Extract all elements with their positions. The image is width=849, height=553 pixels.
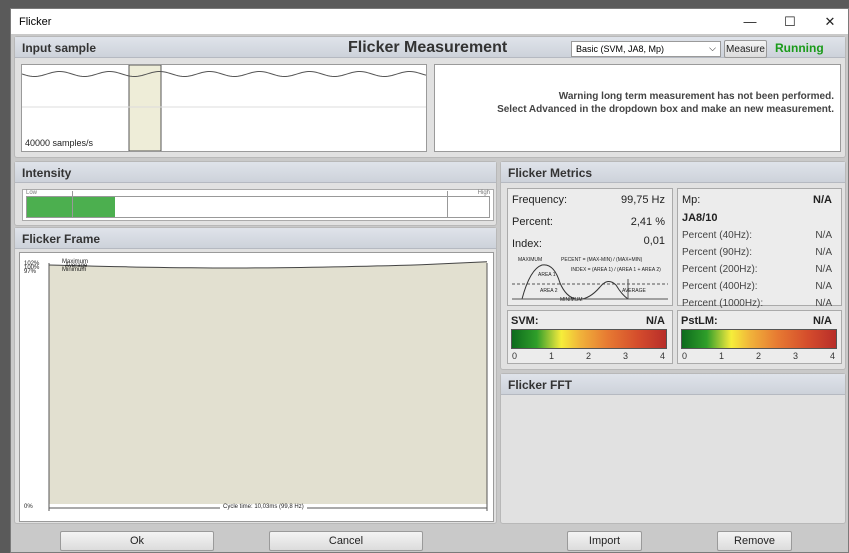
cancel-button[interactable]: Cancel bbox=[269, 531, 423, 551]
svm-value: N/A bbox=[646, 315, 665, 327]
input-waveform-chart: 40000 samples/s bbox=[21, 64, 427, 152]
pstlm-tick-label: 4 bbox=[830, 351, 836, 361]
basic-metrics-box: Frequency: 99,75 Hz Percent: 2,41 % Inde… bbox=[507, 188, 673, 306]
svm-tick-label: 1 bbox=[549, 351, 555, 361]
diagram-area1-label: AREA 1 bbox=[538, 272, 556, 278]
pstlm-tick-label: 0 bbox=[682, 351, 688, 361]
import-button[interactable]: Import bbox=[567, 531, 642, 551]
ja8-row-label: Percent (1000Hz): bbox=[682, 298, 764, 309]
ja8-row-label: Percent (400Hz): bbox=[682, 281, 758, 292]
maximize-button[interactable]: ☐ bbox=[770, 9, 810, 34]
ja8-metrics-box: Mp: N/A JA8/10 Percent (40Hz): N/A Percent… bbox=[677, 188, 842, 309]
diagram-average-label: AVERAGE bbox=[622, 288, 646, 294]
ja8-row-value: N/A bbox=[815, 298, 832, 309]
flicker-fft-panel: Flicker FFT bbox=[500, 373, 846, 524]
cycle-selection-marker bbox=[128, 65, 162, 151]
mp-value: N/A bbox=[813, 194, 832, 206]
warning-box: Warning long term measurement has not be… bbox=[434, 64, 841, 152]
minimize-button[interactable]: — bbox=[730, 9, 770, 34]
ja8-row-value: N/A bbox=[815, 264, 832, 275]
diagram-maximum-label: MAXIMUM bbox=[518, 257, 543, 263]
title-bar: Flicker — ☐ ✕ bbox=[11, 9, 848, 34]
diagram-index-formula: INDEX = (AREA 1) / (AREA 1 + AREA 2) bbox=[571, 267, 661, 273]
flicker-frame-svg bbox=[48, 261, 488, 511]
svm-scale bbox=[511, 329, 667, 349]
pstlm-tick-label: 2 bbox=[756, 351, 762, 361]
close-button[interactable]: ✕ bbox=[810, 9, 848, 34]
flicker-frame-header: Flicker Frame bbox=[15, 228, 496, 249]
svm-tick-label: 0 bbox=[512, 351, 518, 361]
flicker-frame-chart: 102% 100% 97% 0% Maximum Average Minimum… bbox=[19, 252, 494, 522]
input-sample-title: Input sample bbox=[22, 41, 97, 55]
ja8-row-label: Percent (40Hz): bbox=[682, 230, 753, 241]
ja8-row-label: Percent (90Hz): bbox=[682, 247, 753, 258]
y-label-0: 0% bbox=[24, 504, 33, 510]
intensity-header: Intensity bbox=[15, 162, 496, 183]
intensity-panel: Intensity Low High bbox=[14, 161, 497, 226]
flicker-frame-panel: Flicker Frame 102% 100% 97% 0% Maximum A… bbox=[14, 227, 497, 524]
intensity-track bbox=[26, 191, 490, 218]
intensity-fill bbox=[27, 197, 115, 217]
frequency-value: 99,75 Hz bbox=[620, 194, 665, 206]
pstlm-tick-label: 1 bbox=[719, 351, 725, 361]
diagram-percent-formula: PECENT = (MAX-MIN) / (MAX+MIN) bbox=[561, 257, 643, 263]
ja8-row-value: N/A bbox=[815, 230, 832, 241]
flicker-metrics-header: Flicker Metrics bbox=[501, 162, 845, 183]
svm-tick-label: 2 bbox=[586, 351, 592, 361]
mode-select[interactable]: Basic (SVM, JA8, Mp) ⌵ bbox=[571, 41, 721, 57]
input-sample-panel: Input sample Flicker Measurement Basic (… bbox=[14, 36, 846, 158]
status-text: Running bbox=[775, 41, 824, 55]
ja8-row-value: N/A bbox=[815, 281, 832, 292]
pstlm-scale bbox=[681, 329, 837, 349]
mode-select-value: Basic (SVM, JA8, Mp) bbox=[576, 44, 665, 54]
intensity-tick bbox=[447, 191, 448, 217]
pstlm-label: PstLM: bbox=[681, 315, 718, 327]
flicker-fft-title: Flicker FFT bbox=[508, 378, 573, 392]
svm-tick-label: 4 bbox=[660, 351, 666, 361]
remove-button[interactable]: Remove bbox=[717, 531, 792, 551]
ok-button[interactable]: Ok bbox=[60, 531, 214, 551]
pstlm-box: PstLM: N/A 0 1 2 3 4 bbox=[677, 310, 842, 364]
percent-label: Percent: bbox=[512, 216, 553, 228]
pstlm-value: N/A bbox=[813, 315, 832, 327]
svm-box: SVM: N/A 0 1 2 3 4 bbox=[507, 310, 673, 364]
page-title: Flicker Measurement bbox=[348, 39, 508, 56]
warning-line-2: Select Advanced in the dropdown box and … bbox=[497, 104, 834, 115]
flicker-metrics-title: Flicker Metrics bbox=[508, 166, 593, 180]
measure-button[interactable]: Measure bbox=[724, 40, 767, 58]
flicker-metrics-panel: Flicker Metrics Frequency: 99,75 Hz Perc… bbox=[500, 161, 846, 370]
intensity-tick bbox=[72, 191, 73, 217]
svm-label: SVM: bbox=[511, 315, 539, 327]
window-title: Flicker bbox=[19, 15, 52, 28]
svm-tick-label: 3 bbox=[623, 351, 629, 361]
index-value: 0,01 bbox=[643, 235, 665, 247]
intensity-title: Intensity bbox=[22, 166, 72, 180]
mp-label: Mp: bbox=[682, 194, 701, 206]
diagram-minimum-label: MINIMUM bbox=[560, 297, 583, 303]
close-icon: ✕ bbox=[824, 13, 836, 29]
flicker-frame-title: Flicker Frame bbox=[22, 232, 101, 246]
ja8-row-value: N/A bbox=[815, 247, 832, 258]
cycle-time-label: Cycle time: 10,03ms (99,8 Hz) bbox=[220, 504, 307, 510]
frequency-label: Frequency: bbox=[512, 194, 568, 206]
ja8-title: JA8/10 bbox=[682, 212, 718, 224]
chevron-down-icon: ⌵ bbox=[709, 43, 716, 53]
sample-rate-label: 40000 samples/s bbox=[25, 138, 94, 148]
frame-area bbox=[49, 261, 487, 504]
legend-minimum: Minimum bbox=[62, 267, 87, 273]
flicker-window: Flicker — ☐ ✕ Input sample Flicker Measu… bbox=[10, 8, 849, 553]
flicker-fft-header: Flicker FFT bbox=[501, 374, 845, 395]
maximize-icon: ☐ bbox=[784, 13, 796, 29]
percent-value: 2,41 % bbox=[630, 216, 665, 228]
intensity-meter: Low High bbox=[22, 189, 494, 221]
y-label-97: 97% bbox=[24, 269, 37, 275]
index-label: Index: bbox=[512, 238, 542, 250]
diagram-area2-label: AREA 2 bbox=[540, 288, 558, 294]
pstlm-tick-label: 3 bbox=[793, 351, 799, 361]
warning-line-1: Warning long term measurement has not be… bbox=[558, 91, 834, 102]
minimize-icon: — bbox=[743, 14, 757, 29]
ja8-row-label: Percent (200Hz): bbox=[682, 264, 758, 275]
input-waveform-line bbox=[22, 71, 426, 77]
